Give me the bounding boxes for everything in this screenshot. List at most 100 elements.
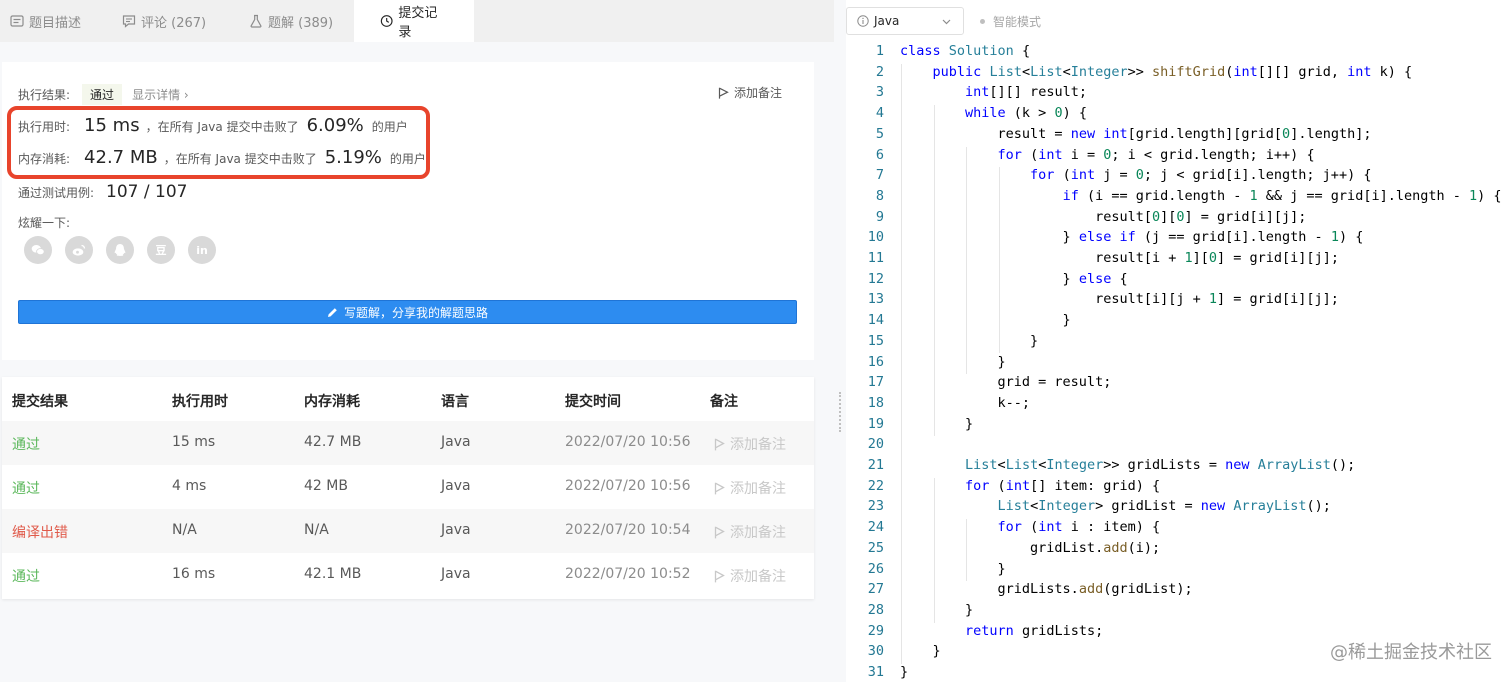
code-line[interactable]: }: [900, 312, 1071, 328]
tab-solutions[interactable]: 题解 (389): [239, 0, 354, 42]
code-line[interactable]: public List<List<Integer>> shiftGrid(int…: [900, 64, 1413, 80]
code-line[interactable]: }: [900, 416, 973, 432]
tab-solutions-label: 题解 (389): [268, 15, 334, 31]
line-number: 12: [867, 270, 884, 287]
tab-comments-label: 评论 (267): [141, 15, 207, 31]
flag-icon: [714, 482, 725, 494]
line-number: 15: [867, 332, 884, 349]
row-add-note[interactable]: 添加备注: [714, 478, 786, 498]
line-number: 28: [867, 601, 884, 618]
indent-guide: [966, 146, 968, 375]
row-result-link[interactable]: 通过: [12, 434, 40, 454]
code-line[interactable]: for (int i : item) {: [900, 519, 1161, 535]
row-add-note[interactable]: 添加备注: [714, 522, 786, 542]
language-select[interactable]: Java: [846, 7, 964, 35]
header-result[interactable]: 提交结果: [12, 391, 68, 411]
row-runtime: 15 ms: [172, 434, 216, 450]
line-number: 1: [875, 43, 884, 59]
panel-divider[interactable]: [834, 0, 846, 682]
line-number: 3: [875, 84, 884, 101]
testcase-row: 通过测试用例: 107 / 107: [18, 182, 193, 202]
code-line[interactable]: }: [900, 602, 973, 618]
code-line[interactable]: }: [900, 664, 908, 680]
code-line[interactable]: int[][] result;: [900, 84, 1087, 100]
code-line[interactable]: k--;: [900, 395, 1031, 411]
comment-icon: [122, 15, 136, 28]
code-line[interactable]: }: [900, 561, 1006, 577]
smart-mode-toggle[interactable]: 智能模式: [980, 13, 1041, 30]
line-number: 11: [867, 250, 884, 266]
code-line[interactable]: if (i == grid.length - 1 && j == grid[i]…: [900, 188, 1502, 204]
result-row: 执行结果: 通过 显示详情 ›: [18, 84, 189, 105]
linkedin-icon[interactable]: in: [188, 236, 216, 264]
code-line[interactable]: } else if (j == grid[i].length - 1) {: [900, 229, 1364, 245]
line-number: 4: [875, 105, 884, 122]
row-result-link[interactable]: 通过: [12, 478, 40, 498]
code-line[interactable]: result[0][0] = grid[i][j];: [900, 209, 1306, 225]
code-line[interactable]: for (int[] item: grid) {: [900, 478, 1160, 494]
row-add-note[interactable]: 添加备注: [714, 566, 786, 586]
code-line[interactable]: result = new int[grid.length][grid[0].le…: [900, 126, 1372, 142]
row-add-note-label: 添加备注: [730, 569, 786, 585]
line-number: 18: [867, 394, 884, 411]
wechat-icon[interactable]: [24, 236, 52, 264]
row-language: Java: [441, 478, 471, 494]
table-row[interactable]: 通过 4 ms 42 MB Java 2022/07/20 10:56 添加备注: [2, 465, 814, 509]
row-add-note[interactable]: 添加备注: [714, 434, 786, 454]
share-label: 炫耀一下:: [18, 216, 71, 230]
header-runtime[interactable]: 执行用时: [172, 391, 228, 411]
table-row[interactable]: 编译出错 N/A N/A Java 2022/07/20 10:54 添加备注: [2, 509, 814, 553]
code-line[interactable]: gridList.add(i);: [900, 540, 1160, 556]
tab-comments[interactable]: 评论 (267): [112, 0, 239, 42]
show-details-link[interactable]: 显示详情 ›: [132, 86, 189, 103]
header-submit-time[interactable]: 提交时间: [565, 391, 621, 411]
clock-icon: [380, 15, 393, 27]
row-result-link[interactable]: 编译出错: [12, 522, 68, 542]
header-language[interactable]: 语言: [441, 391, 469, 411]
code-line[interactable]: }: [900, 333, 1038, 349]
tab-submissions[interactable]: 提交记录: [354, 0, 474, 42]
code-line[interactable]: for (int i = 0; i < grid.length; i++) {: [900, 147, 1315, 163]
table-row[interactable]: 通过 15 ms 42.7 MB Java 2022/07/20 10:56 添…: [2, 421, 814, 465]
weibo-icon[interactable]: [65, 236, 93, 264]
code-line[interactable]: return gridLists;: [900, 623, 1103, 639]
header-memory[interactable]: 内存消耗: [304, 391, 360, 411]
line-number: 30: [867, 643, 884, 660]
write-solution-button[interactable]: 写题解，分享我的解题思路: [18, 300, 797, 324]
row-add-note-label: 添加备注: [730, 525, 786, 541]
row-submit-time: 2022/07/20 10:52: [565, 566, 691, 582]
code-line[interactable]: List<Integer> gridList = new ArrayList()…: [900, 498, 1331, 514]
line-number: 31: [867, 664, 884, 680]
tab-description-label: 题目描述: [29, 15, 82, 31]
flag-icon: [714, 570, 725, 582]
tab-description[interactable]: 题目描述: [0, 0, 112, 42]
row-language: Java: [441, 434, 471, 450]
flag-icon: [714, 438, 725, 450]
add-note-button[interactable]: 添加备注: [718, 84, 782, 101]
share-row: 炫耀一下:: [18, 214, 70, 231]
pencil-icon: [327, 307, 337, 317]
line-number: 29: [867, 622, 884, 639]
code-line[interactable]: gridLists.add(gridList);: [900, 581, 1193, 597]
line-number: 14: [867, 312, 884, 329]
code-line[interactable]: class Solution {: [900, 43, 1030, 59]
code-line[interactable]: List<List<Integer>> gridLists = new Arra…: [900, 457, 1355, 473]
row-submit-time: 2022/07/20 10:56: [565, 478, 691, 494]
line-number: 24: [867, 519, 884, 536]
code-line[interactable]: grid = result;: [900, 374, 1112, 390]
code-editor[interactable]: 1 class Solution {2 public List<List<Inte…: [846, 42, 1512, 682]
row-submit-time: 2022/07/20 10:54: [565, 522, 691, 538]
line-number: 6: [875, 146, 884, 163]
table-row[interactable]: 通过 16 ms 42.1 MB Java 2022/07/20 10:52 添…: [2, 553, 814, 597]
code-line[interactable]: while (k > 0) {: [900, 105, 1087, 121]
douban-icon[interactable]: 豆: [147, 236, 175, 264]
code-line[interactable]: }: [900, 354, 1006, 370]
row-result-link[interactable]: 通过: [12, 566, 40, 586]
resize-handle[interactable]: [839, 392, 841, 432]
code-line[interactable]: for (int j = 0; j < grid[i].length; j++)…: [900, 167, 1371, 183]
testcase-value: 107 / 107: [106, 182, 188, 202]
line-number: 22: [867, 477, 884, 494]
status-badge: 通过: [82, 84, 123, 105]
code-line[interactable]: }: [900, 643, 941, 659]
qq-icon[interactable]: [106, 236, 134, 264]
